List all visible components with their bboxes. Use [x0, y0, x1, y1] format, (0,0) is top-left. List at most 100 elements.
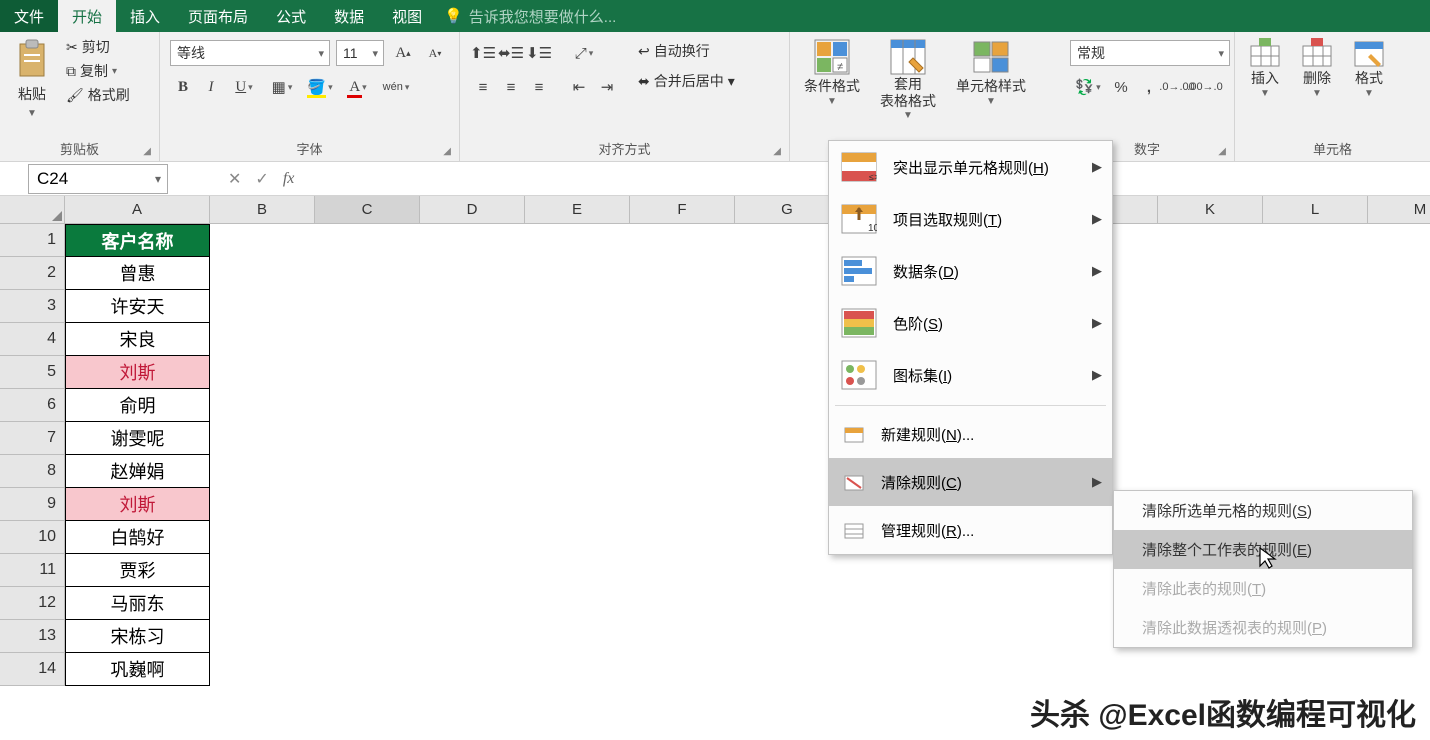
- table-cell[interactable]: 谢雯呢: [65, 422, 210, 455]
- row-header[interactable]: 13: [0, 620, 65, 653]
- name-box[interactable]: C24: [28, 164, 168, 194]
- italic-button[interactable]: I: [198, 74, 224, 100]
- shrink-font-button[interactable]: A▾: [422, 40, 448, 66]
- menu-clear-rules[interactable]: 清除规则(C)▶: [829, 458, 1112, 506]
- table-cell[interactable]: 贾彩: [65, 554, 210, 587]
- merge-button[interactable]: ⬌合并后居中▾: [634, 70, 739, 92]
- menu-manage-rules[interactable]: 管理规则(R)...: [829, 506, 1112, 554]
- tab-formula[interactable]: 公式: [262, 0, 320, 32]
- align-middle-button[interactable]: ⬌☰: [498, 40, 524, 66]
- insert-cell-button[interactable]: 插入▼: [1241, 36, 1289, 101]
- table-cell[interactable]: 巩巍啊: [65, 653, 210, 686]
- column-header[interactable]: F: [630, 196, 735, 224]
- tab-data[interactable]: 数据: [320, 0, 378, 32]
- orientation-button[interactable]: ⤢▾: [566, 40, 602, 66]
- align-bottom-button[interactable]: ⬇☰: [526, 40, 552, 66]
- outdent-button[interactable]: ⇤: [566, 74, 592, 100]
- confirm-icon[interactable]: ✓: [255, 169, 268, 189]
- font-size-select[interactable]: 11: [336, 40, 384, 66]
- menu-top-rules[interactable]: 10 项目选取规则(T)▶: [829, 193, 1112, 245]
- row-header[interactable]: 9: [0, 488, 65, 521]
- dec-decimal-button[interactable]: .00→.0: [1192, 74, 1218, 100]
- cut-button[interactable]: ✂剪切: [62, 36, 134, 58]
- format-table-button[interactable]: 套用 表格格式 ▼: [872, 36, 944, 123]
- tab-view[interactable]: 视图: [378, 0, 436, 32]
- clear-sheet-rules[interactable]: 清除整个工作表的规则(E): [1114, 530, 1412, 569]
- table-cell[interactable]: 赵婵娟: [65, 455, 210, 488]
- fill-color-button[interactable]: 🪣▾: [302, 74, 338, 100]
- column-header[interactable]: L: [1263, 196, 1368, 224]
- row-header[interactable]: 5: [0, 356, 65, 389]
- table-cell[interactable]: 刘斯: [65, 356, 210, 389]
- dialog-launcher-icon[interactable]: ◢: [1218, 146, 1226, 157]
- column-header[interactable]: A: [65, 196, 210, 224]
- row-header[interactable]: 12: [0, 587, 65, 620]
- painter-button[interactable]: 🖌格式刷: [62, 84, 134, 106]
- column-header[interactable]: M: [1368, 196, 1430, 224]
- column-header[interactable]: G: [735, 196, 840, 224]
- clear-selected-rules[interactable]: 清除所选单元格的规则(S): [1114, 491, 1412, 530]
- border-button[interactable]: ▦▾: [264, 74, 300, 100]
- row-header[interactable]: 10: [0, 521, 65, 554]
- table-header-cell[interactable]: 客户名称: [65, 224, 210, 257]
- dialog-launcher-icon[interactable]: ◢: [443, 146, 451, 157]
- font-name-select[interactable]: 等线: [170, 40, 330, 66]
- menu-new-rule[interactable]: 新建规则(N)...: [829, 410, 1112, 458]
- row-header[interactable]: 11: [0, 554, 65, 587]
- table-cell[interactable]: 宋良: [65, 323, 210, 356]
- table-cell[interactable]: 白鹄好: [65, 521, 210, 554]
- format-cell-button[interactable]: 格式▼: [1345, 36, 1393, 101]
- menu-highlight-rules[interactable]: ≤> 突出显示单元格规则(H)▶: [829, 141, 1112, 193]
- row-header[interactable]: 3: [0, 290, 65, 323]
- row-header[interactable]: 1: [0, 224, 65, 257]
- align-right-button[interactable]: ≡: [526, 74, 552, 100]
- delete-cell-button[interactable]: 删除▼: [1293, 36, 1341, 101]
- column-header[interactable]: E: [525, 196, 630, 224]
- align-center-button[interactable]: ≡: [498, 74, 524, 100]
- cell-styles-button[interactable]: 单元格样式 ▼: [948, 36, 1034, 109]
- select-all-corner[interactable]: [0, 196, 65, 224]
- number-format-select[interactable]: 常规: [1070, 40, 1230, 66]
- table-cell[interactable]: 马丽东: [65, 587, 210, 620]
- column-header[interactable]: K: [1158, 196, 1263, 224]
- dialog-launcher-icon[interactable]: ◢: [773, 146, 781, 157]
- paste-button[interactable]: 粘贴 ▼: [6, 36, 58, 121]
- menu-data-bars[interactable]: 数据条(D)▶: [829, 245, 1112, 297]
- bold-button[interactable]: B: [170, 74, 196, 100]
- menu-color-scales[interactable]: 色阶(S)▶: [829, 297, 1112, 349]
- phonetic-button[interactable]: wén▾: [378, 74, 414, 100]
- row-header[interactable]: 2: [0, 257, 65, 290]
- fx-icon[interactable]: fx: [283, 170, 295, 188]
- row-header[interactable]: 4: [0, 323, 65, 356]
- wrap-text-button[interactable]: ↩自动换行: [634, 40, 739, 62]
- percent-button[interactable]: %: [1108, 74, 1134, 100]
- conditional-format-button[interactable]: ≠ 条件格式 ▼: [796, 36, 868, 109]
- column-header[interactable]: D: [420, 196, 525, 224]
- tab-insert[interactable]: 插入: [116, 0, 174, 32]
- row-header[interactable]: 14: [0, 653, 65, 686]
- table-cell[interactable]: 许安天: [65, 290, 210, 323]
- tab-layout[interactable]: 页面布局: [174, 0, 262, 32]
- indent-button[interactable]: ⇥: [594, 74, 620, 100]
- column-header[interactable]: C: [315, 196, 420, 224]
- copy-button[interactable]: ⧉复制▾: [62, 60, 134, 82]
- row-header[interactable]: 6: [0, 389, 65, 422]
- menu-icon-sets[interactable]: 图标集(I)▶: [829, 349, 1112, 401]
- table-cell[interactable]: 俞明: [65, 389, 210, 422]
- underline-button[interactable]: U▾: [226, 74, 262, 100]
- row-header[interactable]: 7: [0, 422, 65, 455]
- table-cell[interactable]: 曾惠: [65, 257, 210, 290]
- dialog-launcher-icon[interactable]: ◢: [143, 146, 151, 157]
- align-left-button[interactable]: ≡: [470, 74, 496, 100]
- row-header[interactable]: 8: [0, 455, 65, 488]
- font-color-button[interactable]: A▾: [340, 74, 376, 100]
- tab-home[interactable]: 开始: [58, 0, 116, 32]
- comma-button[interactable]: ,: [1136, 74, 1162, 100]
- inc-decimal-button[interactable]: .0→.00: [1164, 74, 1190, 100]
- tell-me[interactable]: 💡 告诉我您想要做什么...: [444, 6, 616, 27]
- table-cell[interactable]: 刘斯: [65, 488, 210, 521]
- align-top-button[interactable]: ⬆☰: [470, 40, 496, 66]
- cancel-icon[interactable]: ✕: [228, 169, 241, 189]
- grow-font-button[interactable]: A▴: [390, 40, 416, 66]
- tab-file[interactable]: 文件: [0, 0, 58, 32]
